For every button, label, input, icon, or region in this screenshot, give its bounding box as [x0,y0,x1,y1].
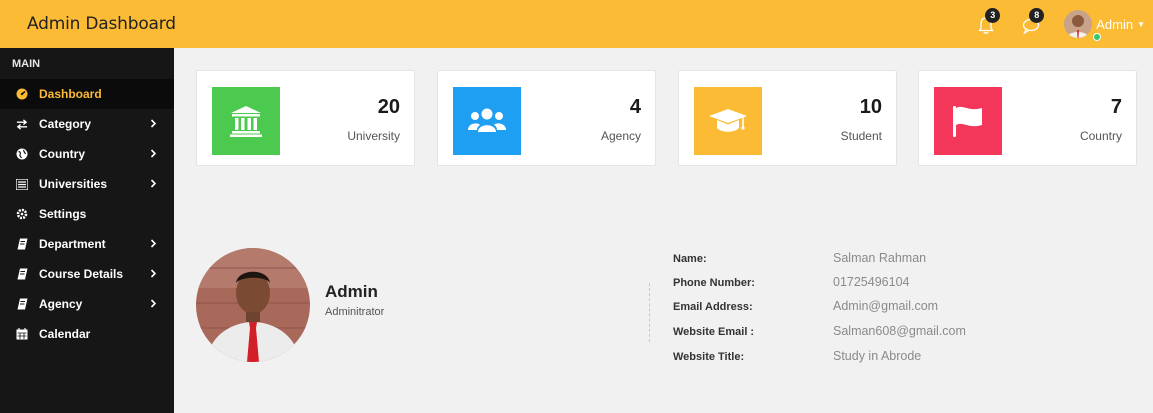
profile-photo [196,248,310,362]
gear-icon [16,208,28,220]
user-name[interactable]: Admin [1096,17,1133,32]
sidebar-item-calendar[interactable]: Calendar [0,319,174,349]
online-status-dot [1093,33,1101,41]
stat-label: Country [1079,129,1122,143]
detail-label-name: Name: [673,253,707,265]
detail-value-email: Admin@gmail.com [833,299,939,313]
sidebar-item-label: Settings [39,207,87,221]
stat-card-university[interactable]: 20 University [196,70,415,166]
sidebar-item-label: Universities [39,177,108,191]
sidebar-item-label: Country [39,147,85,161]
detail-label-phone: Phone Number: [673,277,755,289]
profile-name: Admin [325,282,378,301]
sidebar-item-agency[interactable]: Agency [0,289,174,319]
detail-value-name: Salman Rahman [833,251,927,265]
chevron-right-icon [150,299,157,308]
detail-label-email: Email Address: [673,301,753,313]
sidebar: MAIN Dashboard Category Country Universi… [0,48,174,413]
user-avatar[interactable] [1064,10,1093,38]
detail-label-website-email: Website Email : [673,326,755,338]
sidebar-section-title: MAIN [12,58,41,70]
stat-card-student[interactable]: 10 Student [678,70,897,166]
stat-label: University [347,129,400,143]
calendar-icon [16,328,28,340]
sidebar-item-label: Calendar [39,327,91,341]
graduation-cap-icon [694,87,762,155]
users-icon [453,87,521,155]
chevron-right-icon [150,179,157,188]
messages-button[interactable]: 8 [1016,7,1050,41]
exchange-icon [16,118,28,130]
chevron-right-icon [150,269,157,278]
tachometer-icon [16,88,28,100]
book-icon [16,238,28,250]
header-actions: 3 8 Admin ▼ [972,6,1145,42]
detail-value-phone: 01725496104 [833,275,910,289]
profile-divider [649,283,650,342]
sidebar-item-label: Category [39,117,92,131]
top-header: Admin Dashboard 3 8 Admin ▼ [0,0,1153,48]
sidebar-item-category[interactable]: Category [0,109,174,139]
stat-value: 20 [377,96,400,118]
book-icon [16,268,28,280]
list-icon [16,178,28,190]
sidebar-item-country[interactable]: Country [0,139,174,169]
stat-value: 4 [629,96,641,118]
stat-value: 10 [859,96,882,118]
sidebar-item-dashboard[interactable]: Dashboard [0,79,174,109]
flag-icon [934,87,1002,155]
profile-role: Adminitrator [325,306,385,318]
app-title[interactable]: Admin Dashboard [27,14,176,34]
sidebar-item-label: Course Details [39,267,124,281]
sidebar-item-label: Department [39,237,106,251]
detail-value-website-title: Study in Abrode [833,349,922,363]
messages-badge: 8 [1029,8,1045,23]
sidebar-item-label: Dashboard [39,87,102,101]
stat-label: Agency [600,129,641,143]
sidebar-item-department[interactable]: Department [0,229,174,259]
globe-icon [16,148,28,160]
book-icon [16,298,28,310]
stat-value: 7 [1110,96,1122,118]
chevron-right-icon [150,119,157,128]
sidebar-item-universities[interactable]: Universities [0,169,174,199]
stat-label: Student [840,129,882,143]
notifications-badge: 3 [985,8,1001,23]
detail-value-website-email: Salman608@gmail.com [833,324,966,338]
sidebar-item-course-details[interactable]: Course Details [0,259,174,289]
notifications-button[interactable]: 3 [972,7,1006,41]
sidebar-item-label: Agency [39,297,83,311]
stat-card-country[interactable]: 7 Country [918,70,1137,166]
chevron-right-icon [150,239,157,248]
university-icon [212,87,280,155]
detail-label-website-title: Website Title: [673,351,745,363]
chevron-right-icon [150,149,157,158]
caret-down-icon[interactable]: ▼ [1137,20,1145,29]
sidebar-item-settings[interactable]: Settings [0,199,174,229]
stat-card-agency[interactable]: 4 Agency [437,70,656,166]
